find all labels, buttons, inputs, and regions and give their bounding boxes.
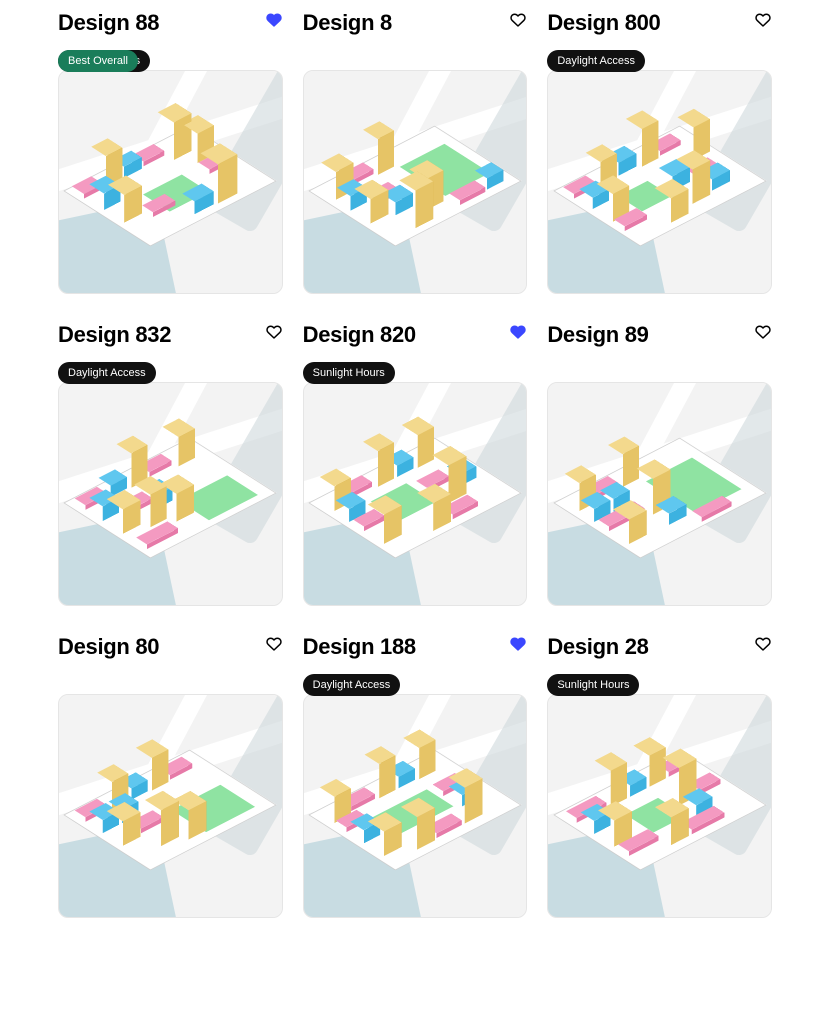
- heart-filled-icon[interactable]: [509, 635, 527, 653]
- design-card[interactable]: [303, 70, 528, 294]
- heart-filled-icon[interactable]: [265, 11, 283, 29]
- design-card[interactable]: [547, 70, 772, 294]
- design-title-row: Design 89: [547, 312, 772, 348]
- badge-row: Best OverallSunlight Hours: [58, 50, 150, 72]
- badge: Sunlight Hours: [303, 362, 395, 384]
- heart-outline-icon[interactable]: [265, 635, 283, 653]
- heart-outline-icon[interactable]: [754, 11, 772, 29]
- badge-row: Sunlight Hours: [303, 362, 395, 384]
- badge: Best Overall: [58, 50, 138, 72]
- heart-outline-icon[interactable]: [265, 323, 283, 341]
- design-card[interactable]: [58, 382, 283, 606]
- heart-outline-icon[interactable]: [509, 11, 527, 29]
- badge-row: Daylight Access: [303, 674, 401, 696]
- design-title-row: Design 28: [547, 624, 772, 660]
- badge: Daylight Access: [303, 674, 401, 696]
- design-title-row: Design 8: [303, 0, 528, 36]
- badge-row: Daylight Access: [58, 362, 156, 384]
- design-title-row: Design 80: [58, 624, 283, 660]
- design-title: Design 832: [58, 322, 171, 348]
- design-title: Design 8: [303, 10, 392, 36]
- badge-row: Daylight Access: [547, 50, 645, 72]
- design-title-row: Design 800: [547, 0, 772, 36]
- design-cell: Design 820 Sunlight Hours: [303, 312, 528, 624]
- heart-outline-icon[interactable]: [754, 323, 772, 341]
- design-card[interactable]: [303, 382, 528, 606]
- design-title-row: Design 832: [58, 312, 283, 348]
- design-title: Design 188: [303, 634, 416, 660]
- design-card[interactable]: [58, 694, 283, 918]
- design-title-row: Design 188: [303, 624, 528, 660]
- badge-row: Sunlight Hours: [547, 674, 639, 696]
- design-title: Design 80: [58, 634, 159, 660]
- heart-outline-icon[interactable]: [754, 635, 772, 653]
- badge: Daylight Access: [547, 50, 645, 72]
- design-card[interactable]: [58, 70, 283, 294]
- design-title: Design 820: [303, 322, 416, 348]
- design-card[interactable]: [547, 694, 772, 918]
- design-cell: Design 89: [547, 312, 772, 624]
- design-cell: Design 8: [303, 0, 528, 312]
- design-card[interactable]: [547, 382, 772, 606]
- design-title-row: Design 820: [303, 312, 528, 348]
- design-cell: Design 88 Best OverallSunlight Hours: [58, 0, 283, 312]
- design-cell: Design 188 Daylight Access: [303, 624, 528, 936]
- badge: Daylight Access: [58, 362, 156, 384]
- design-card[interactable]: [303, 694, 528, 918]
- design-title: Design 89: [547, 322, 648, 348]
- design-title: Design 800: [547, 10, 660, 36]
- design-cell: Design 28 Sunlight Hours: [547, 624, 772, 936]
- design-cell: Design 80: [58, 624, 283, 936]
- heart-filled-icon[interactable]: [509, 323, 527, 341]
- design-title: Design 88: [58, 10, 159, 36]
- badge: Sunlight Hours: [547, 674, 639, 696]
- design-title-row: Design 88: [58, 0, 283, 36]
- design-title: Design 28: [547, 634, 648, 660]
- design-cell: Design 800 Daylight Access: [547, 0, 772, 312]
- design-cell: Design 832 Daylight Access: [58, 312, 283, 624]
